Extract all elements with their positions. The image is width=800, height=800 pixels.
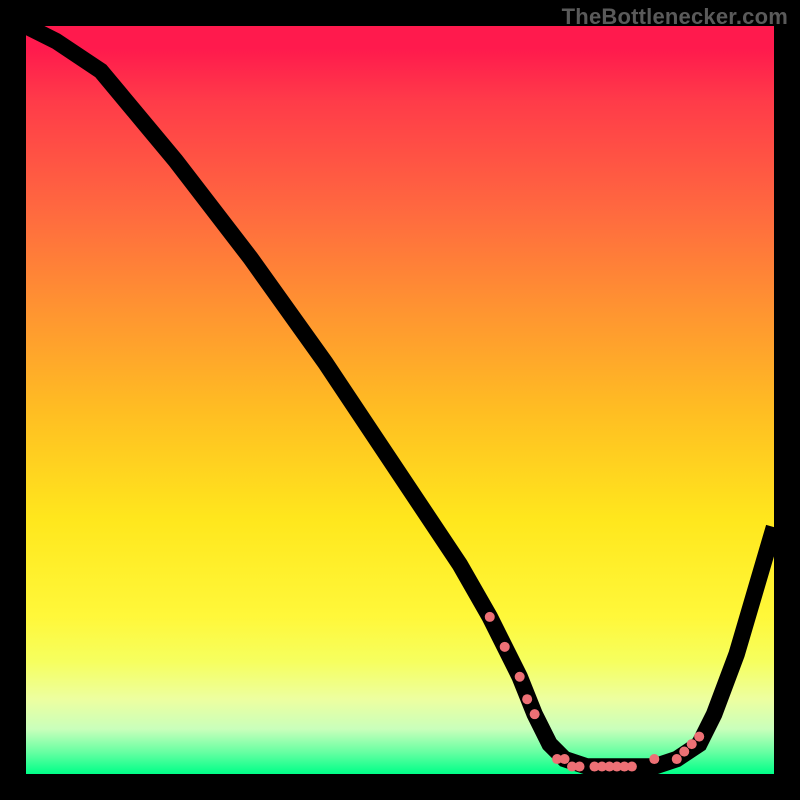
data-point — [560, 754, 570, 764]
data-point — [485, 612, 495, 622]
data-point — [530, 709, 540, 719]
watermark-text: TheBottlenecker.com — [562, 4, 788, 30]
plot-area — [26, 26, 774, 774]
data-point — [679, 747, 689, 757]
data-point — [672, 754, 682, 764]
data-point — [687, 739, 697, 749]
data-point — [515, 672, 525, 682]
data-point — [500, 642, 510, 652]
bottleneck-curve-line — [26, 26, 774, 767]
chart-svg — [26, 26, 774, 774]
data-point — [575, 762, 585, 772]
data-point — [649, 754, 659, 764]
data-point — [522, 694, 532, 704]
data-point — [627, 762, 637, 772]
chart-frame: TheBottlenecker.com — [0, 0, 800, 800]
data-point — [694, 732, 704, 742]
